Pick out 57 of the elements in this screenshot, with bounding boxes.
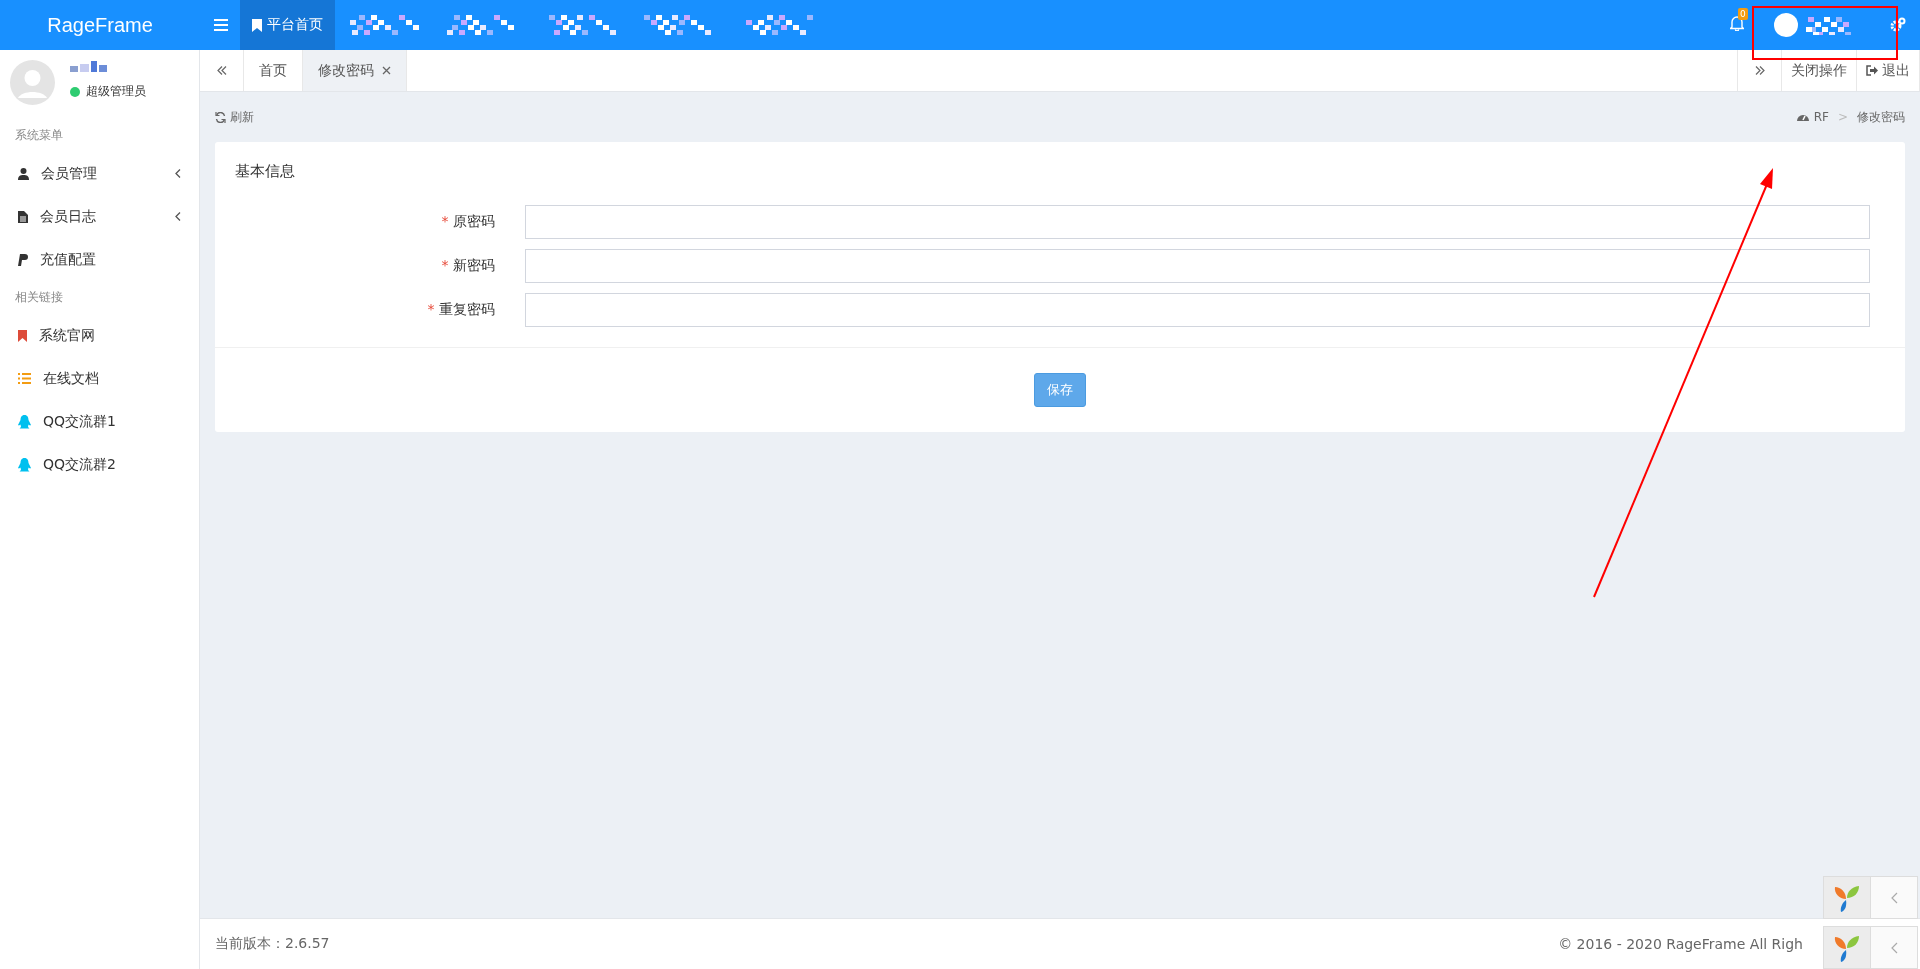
sidebar-item[interactable]: 系统官网 <box>0 314 199 357</box>
sidebar-item[interactable]: 在线文档 <box>0 357 199 400</box>
section-heading: 相关链接 <box>14 289 64 306</box>
password-field[interactable] <box>525 293 1870 327</box>
page-tab[interactable]: 修改密码 <box>303 50 407 91</box>
notification-badge: 0 <box>1738 8 1748 20</box>
breadcrumb-separator: > <box>1837 110 1848 124</box>
bookmark-icon <box>18 329 27 342</box>
sign-out-icon <box>1866 65 1878 76</box>
widget-button[interactable] <box>1823 926 1871 969</box>
sidebar-item[interactable]: 会员日志 <box>0 195 199 238</box>
penguin-icon <box>18 414 31 429</box>
sidebar-item[interactable]: 会员管理 <box>0 152 199 195</box>
dashboard-icon <box>1796 112 1809 122</box>
bell-icon[interactable] <box>1730 16 1744 31</box>
paypal-icon <box>18 253 28 266</box>
status-dot <box>70 86 80 97</box>
breadcrumb-link[interactable]: RF <box>1796 110 1829 124</box>
refresh-link[interactable]: 刷新 <box>215 108 254 126</box>
menu-icon[interactable] <box>214 19 228 31</box>
field-label: 重复密码 <box>439 301 495 317</box>
chevron-left-icon <box>1890 941 1898 954</box>
settings-icon[interactable] <box>1890 17 1906 33</box>
card-title: 基本信息 <box>234 161 296 182</box>
version-text: 当前版本：2.6.57 <box>215 935 330 953</box>
double-chevron-right-icon <box>1754 66 1765 75</box>
close-icon[interactable] <box>382 66 391 75</box>
user-icon <box>18 167 29 180</box>
logout-button[interactable]: 退出 <box>1857 50 1920 91</box>
bookmark-icon <box>252 18 262 32</box>
field-label: 原密码 <box>453 213 495 229</box>
double-chevron-left-icon <box>216 66 227 75</box>
required-mark: * <box>441 257 449 273</box>
refresh-icon <box>215 111 226 123</box>
sidebar-item[interactable]: 充值配置 <box>0 238 199 281</box>
user-role: 超级管理员 <box>86 83 146 100</box>
password-field[interactable] <box>525 249 1870 283</box>
field-label: 新密码 <box>453 257 495 273</box>
document-icon <box>18 210 28 223</box>
chevron-left-icon <box>1890 891 1898 904</box>
avatar-icon <box>10 60 55 105</box>
required-mark: * <box>441 213 449 229</box>
nav-tab[interactable]: 平台首页 <box>240 0 335 50</box>
close-operations-button[interactable]: 关闭操作 <box>1782 50 1857 91</box>
sidebar-item[interactable]: QQ交流群2 <box>0 443 199 486</box>
breadcrumb-item: 修改密码 <box>1857 108 1905 126</box>
password-field[interactable] <box>525 205 1870 239</box>
sidebar-item[interactable]: QQ交流群1 <box>0 400 199 443</box>
copyright-text: © 2016 - 2020 RageFrame All Righ <box>1558 936 1803 952</box>
pixelated-username[interactable] <box>1804 15 1854 35</box>
required-mark: * <box>427 301 435 317</box>
avatar-icon[interactable] <box>1774 13 1798 37</box>
widget-button[interactable] <box>1823 876 1871 919</box>
pixelated-menu-item[interactable] <box>347 13 422 37</box>
section-heading: 系统菜单 <box>14 127 64 144</box>
list-icon <box>18 373 31 384</box>
penguin-icon <box>18 457 31 472</box>
